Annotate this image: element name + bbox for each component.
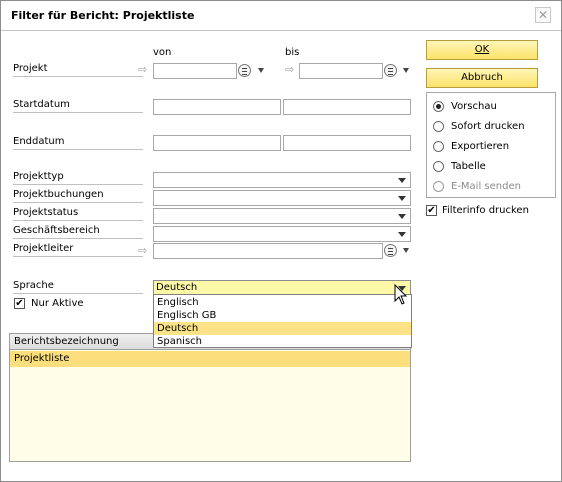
radio-button-disabled <box>433 181 444 192</box>
project-type-label: Projekttyp <box>13 171 143 185</box>
start-date-from-input[interactable] <box>153 99 281 115</box>
end-date-label: Enddatum <box>13 136 143 150</box>
ok-button[interactable]: OK <box>426 40 538 60</box>
project-status-label: Projektstatus <box>13 207 143 221</box>
language-option[interactable]: Spanisch <box>154 335 411 348</box>
filter-dialog: Filter für Bericht: Projektliste ✕ von b… <box>0 0 562 482</box>
chevron-down-icon[interactable] <box>403 248 409 253</box>
column-header-from: von <box>153 47 172 58</box>
link-arrow-icon[interactable]: ⇨ <box>138 245 152 256</box>
only-active-label: Nur Aktive <box>31 298 84 309</box>
link-arrow-icon[interactable]: ⇨ <box>285 64 299 75</box>
dialog-title: Filter für Bericht: Projektliste <box>11 9 195 22</box>
report-table: Berichtsbezeichnung Projektliste <box>9 333 411 462</box>
list-selector-icon[interactable] <box>238 64 251 77</box>
output-options-group: Vorschau Sofort drucken Exportieren Tabe… <box>426 92 556 198</box>
language-option[interactable]: Englisch <box>154 296 411 309</box>
project-manager-label: Projektleiter <box>13 243 143 257</box>
close-icon[interactable]: ✕ <box>535 7 551 23</box>
filterinfo-label: Filterinfo drucken <box>442 205 529 216</box>
filterinfo-checkbox[interactable]: ✔ <box>426 205 437 216</box>
chevron-down-icon[interactable] <box>403 68 409 73</box>
radio-button[interactable] <box>433 121 444 132</box>
project-from-input[interactable] <box>153 63 237 79</box>
end-date-to-input[interactable] <box>283 135 411 151</box>
chevron-down-icon <box>398 196 406 201</box>
business-area-label: Geschäftsbereich <box>13 225 143 239</box>
language-value: Deutsch <box>156 282 198 293</box>
link-arrow-icon[interactable]: ⇨ <box>138 64 152 75</box>
language-dropdown-list: Englisch Englisch GB Deutsch Spanisch <box>153 294 412 348</box>
list-selector-icon[interactable] <box>384 244 397 257</box>
radio-button-selected[interactable] <box>433 101 444 112</box>
cancel-button[interactable]: Abbruch <box>426 68 538 88</box>
column-header-to: bis <box>285 47 300 58</box>
title-bar: Filter für Bericht: Projektliste ✕ <box>1 1 561 31</box>
list-selector-icon[interactable] <box>384 64 397 77</box>
project-to-input[interactable] <box>299 63 383 79</box>
business-area-dropdown[interactable] <box>153 226 411 242</box>
chevron-down-icon <box>398 214 406 219</box>
language-option[interactable]: Englisch GB <box>154 309 411 322</box>
chevron-down-icon <box>398 232 406 237</box>
chevron-down-icon <box>398 178 406 183</box>
radio-label: Tabelle <box>451 161 486 172</box>
start-date-to-input[interactable] <box>283 99 411 115</box>
project-bookings-label: Projektbuchungen <box>13 189 143 203</box>
table-row[interactable]: Projektliste <box>10 351 410 367</box>
radio-button[interactable] <box>433 141 444 152</box>
project-manager-input[interactable] <box>153 243 383 259</box>
chevron-down-icon[interactable] <box>258 68 264 73</box>
radio-label: Vorschau <box>451 101 497 112</box>
project-type-dropdown[interactable] <box>153 172 411 188</box>
only-active-checkbox[interactable]: ✔ <box>14 298 25 309</box>
radio-button[interactable] <box>433 161 444 172</box>
project-bookings-dropdown[interactable] <box>153 190 411 206</box>
mouse-cursor-icon <box>394 284 408 305</box>
language-option-selected[interactable]: Deutsch <box>154 322 411 335</box>
radio-label: E-Mail senden <box>451 181 521 192</box>
end-date-from-input[interactable] <box>153 135 281 151</box>
project-status-dropdown[interactable] <box>153 208 411 224</box>
radio-label: Sofort drucken <box>451 121 525 132</box>
project-label: Projekt <box>13 63 143 77</box>
language-label: Sprache <box>13 280 143 294</box>
start-date-label: Startdatum <box>13 99 143 113</box>
radio-label: Exportieren <box>451 141 510 152</box>
